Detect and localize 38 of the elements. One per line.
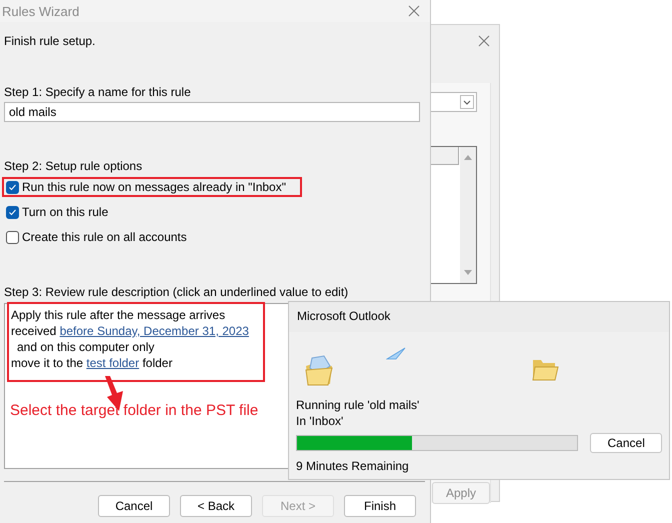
checkbox[interactable] (6, 230, 19, 244)
step-label: Step 2: Setup rule options (4, 159, 142, 173)
annotation-text: Select the target folder in the PST file (10, 402, 258, 419)
description-line: Apply this rule after the message arrives (11, 308, 226, 323)
checkbox[interactable] (6, 180, 19, 194)
close-icon[interactable] (478, 35, 490, 47)
dialog-title: Microsoft Outlook (289, 302, 669, 332)
dropdown-field[interactable] (430, 92, 477, 112)
description-line: move it to the test folder folder (11, 356, 172, 371)
list-box[interactable] (430, 146, 477, 284)
value-link[interactable]: test folder (86, 356, 140, 370)
wizard-button[interactable]: Cancel (98, 495, 170, 517)
description-line: and on this computer only (16, 340, 154, 355)
option-checkbox[interactable]: Create this rule on all accounts (2, 227, 191, 247)
step-label: Step 1: Specify a name for this rule (4, 85, 191, 99)
time-remaining-text: 9 Minutes Remaining (296, 459, 409, 473)
option-checkbox[interactable]: Run this rule now on messages already in "Inbox" (2, 177, 302, 197)
wizard-button[interactable]: < Back (180, 495, 252, 517)
column-header[interactable] (430, 147, 459, 165)
wizard-heading: Finish rule setup. (4, 34, 96, 48)
mail-folder-icon (304, 354, 334, 386)
check-icon (8, 208, 17, 216)
value-link[interactable]: before Sunday, December 31, 2023 (60, 324, 249, 338)
step-label: Step 3: Review rule description (click an underlined value to edit) (4, 285, 348, 299)
cancel-button[interactable]: Cancel (590, 433, 662, 453)
close-icon[interactable] (408, 5, 420, 17)
paper-plane-icon (386, 347, 406, 361)
wizard-button[interactable]: Finish (344, 495, 416, 517)
check-icon (8, 182, 17, 192)
window-title: Rules Wizard (2, 4, 80, 18)
rule-name-field[interactable]: old mails (4, 102, 420, 122)
scrollbar[interactable] (460, 147, 476, 283)
description-line: received before Sunday, December 31, 2023 (11, 324, 249, 339)
checkbox[interactable] (6, 206, 19, 218)
status-text: Running rule 'old mails' (296, 398, 420, 412)
folder-text: In 'Inbox' (296, 414, 344, 428)
option-checkbox[interactable]: Turn on this rule (2, 202, 112, 222)
chevron-down-icon (460, 95, 474, 109)
